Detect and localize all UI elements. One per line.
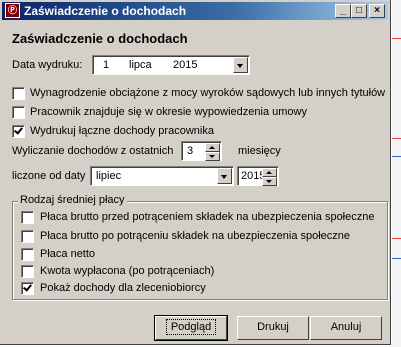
spinner-buttons[interactable] [262, 168, 277, 186]
count-from-label: liczone od daty [12, 170, 86, 182]
salary-label-contractor: Pokaż dochody dla zleceniobiorcy [40, 282, 206, 294]
close-button[interactable]: × [369, 4, 385, 18]
spinner-buttons[interactable] [205, 143, 220, 161]
salary-checkbox-net[interactable] [21, 248, 34, 261]
print-date-month: lipca [129, 59, 152, 71]
count-from-year-spinner[interactable]: 2015 [237, 166, 279, 186]
option-checkbox-total-income[interactable] [12, 125, 25, 138]
salary-type-group-title: Rodzaj średniej płacy [18, 194, 127, 206]
option-label-notice-period: Pracownik znajduje się w okresie wypowie… [30, 106, 307, 118]
spin-down-icon[interactable] [262, 177, 277, 186]
spin-up-icon[interactable] [262, 168, 277, 177]
income-period-spinner[interactable]: 3 [181, 141, 222, 161]
option-checkbox-garnishment[interactable] [12, 87, 25, 100]
salary-checkbox-paid-amount[interactable] [21, 265, 34, 278]
income-period-label: Wyliczanie dochodów z ostatnich [12, 145, 174, 157]
count-from-month: lipiec [96, 170, 122, 182]
print-date-day: 1 [103, 59, 110, 71]
dialog-window: Ⓟ Zaświadczenie o dochodach _ □ × Zaświa… [0, 0, 391, 345]
chevron-down-icon[interactable] [217, 168, 232, 184]
option-label-total-income: Wydrukuj łączne dochody pracownika [30, 125, 214, 137]
print-button[interactable]: Drukuj [237, 316, 309, 340]
salary-label-gross-before: Płaca brutto przed potrąceniem składek n… [40, 211, 375, 223]
title-bar[interactable]: Ⓟ Zaświadczenie o dochodach _ □ × [2, 2, 388, 20]
print-date-picker[interactable]: 1 lipca 2015 [92, 55, 250, 75]
preview-button[interactable]: Podgląd [154, 315, 228, 341]
cancel-button[interactable]: Anuluj [310, 316, 382, 340]
option-label-garnishment: Wynagrodzenie obciążone z mocy wyroków s… [30, 87, 386, 99]
background-edge [392, 0, 401, 347]
app-icon: Ⓟ [5, 3, 20, 18]
page-title: Zaświadczenie o dochodach [12, 31, 188, 46]
minimize-button[interactable]: _ [335, 4, 351, 18]
print-date-year: 2015 [173, 59, 198, 71]
salary-checkbox-gross-before[interactable] [21, 211, 34, 224]
spin-down-icon[interactable] [205, 152, 220, 161]
print-date-label: Data wydruku: [12, 59, 83, 71]
income-period-unit: miesięcy [238, 145, 281, 157]
preview-button-label: Podgląd [165, 319, 217, 335]
salary-checkbox-contractor[interactable] [21, 282, 34, 295]
maximize-button[interactable]: □ [351, 4, 367, 18]
chevron-down-icon[interactable] [233, 57, 248, 73]
count-from-month-select[interactable]: lipiec [90, 166, 234, 186]
spin-up-icon[interactable] [205, 143, 220, 152]
window-title: Zaświadczenie o dochodach [24, 4, 187, 18]
income-period-value: 3 [187, 145, 194, 157]
salary-label-gross-after: Płaca brutto po potrąceniu składek na ub… [40, 230, 351, 242]
option-checkbox-notice-period[interactable] [12, 106, 25, 119]
salary-label-paid-amount: Kwota wypłacona (po potrąceniach) [40, 265, 215, 277]
salary-checkbox-gross-after[interactable] [21, 230, 34, 243]
salary-label-net: Płaca netto [40, 248, 96, 260]
